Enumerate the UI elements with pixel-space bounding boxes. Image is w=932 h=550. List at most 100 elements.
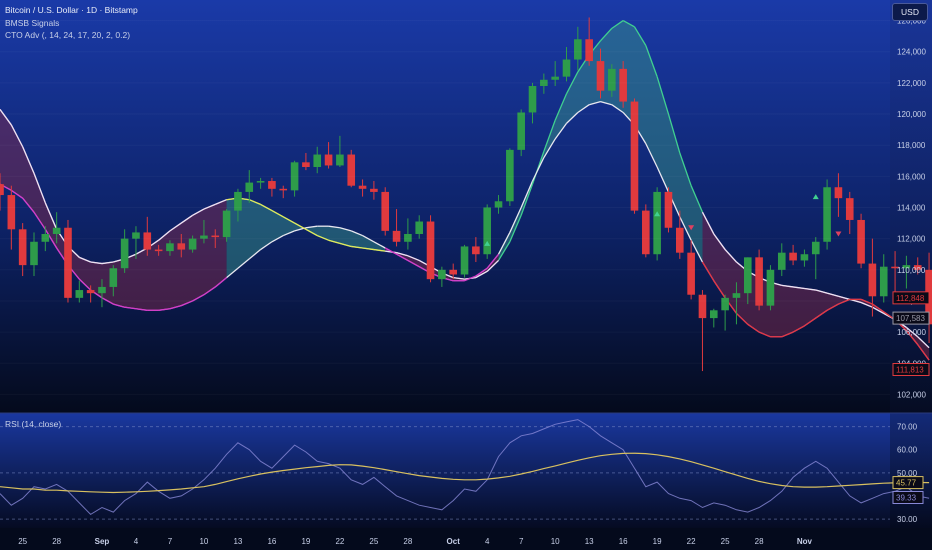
candle-bull — [574, 39, 582, 60]
candle-bear — [154, 249, 163, 252]
time-tick-label: 16 — [619, 537, 628, 546]
time-tick-label: 7 — [168, 537, 173, 546]
candle-bear — [642, 210, 650, 255]
candle-bull — [313, 154, 322, 167]
price-tick-label: 110,000 — [897, 266, 926, 275]
candle-bear — [86, 290, 95, 294]
price-tick-label: 124,000 — [897, 48, 926, 57]
rsi-value-label: 45.77 — [896, 479, 917, 488]
price-tick-label: 114,000 — [897, 204, 926, 213]
time-tick-label: Sep — [95, 537, 110, 546]
candle-bull — [132, 232, 140, 239]
time-tick-label: 22 — [335, 537, 344, 546]
symbol-title[interactable]: Bitcoin / U.S. Dollar · 1D · Bitstamp — [5, 4, 138, 17]
candle-bear — [347, 154, 356, 186]
price-tick-label: 106,000 — [897, 328, 926, 337]
rsi-pane-background — [0, 413, 932, 528]
candle-bull — [562, 59, 571, 77]
time-tick-label: 28 — [52, 537, 61, 546]
candle-bear — [324, 154, 333, 166]
candle-bull — [109, 268, 118, 287]
candle-bull — [75, 290, 84, 298]
candle-bull — [721, 297, 729, 311]
time-tick-label: 7 — [519, 537, 524, 546]
price-label: 111,813 — [896, 366, 924, 375]
candle-bull — [811, 241, 820, 255]
rsi-tick-label: 60.00 — [897, 446, 918, 455]
indicator-bmsb-label[interactable]: BMSB Signals — [5, 17, 138, 30]
candle-bear — [381, 191, 390, 231]
candle-bear — [7, 195, 16, 230]
candle-bull — [415, 221, 424, 234]
candle-bear — [676, 227, 684, 253]
candle-bear — [426, 221, 435, 280]
candle-bear — [664, 191, 673, 228]
candle-bear — [177, 243, 186, 250]
candle-bear — [279, 188, 288, 191]
candle-bull — [30, 241, 38, 266]
candle-bull — [336, 154, 344, 166]
candle-bull — [732, 293, 741, 298]
candle-bull — [777, 252, 786, 270]
time-tick-label: 4 — [134, 537, 139, 546]
rsi-tick-label: 30.00 — [897, 515, 918, 524]
candle-bull — [438, 269, 446, 280]
candle-bull — [879, 266, 888, 297]
time-tick-label: 4 — [485, 537, 490, 546]
price-tick-label: 112,000 — [897, 235, 926, 244]
time-tick-label: 16 — [267, 537, 276, 546]
price-label: 107,583 — [896, 314, 925, 323]
time-tick-label: 28 — [755, 537, 764, 546]
rsi-label[interactable]: RSI (14, close) — [5, 419, 61, 429]
candle-bear — [449, 269, 457, 275]
main-pane-background — [0, 0, 932, 413]
candle-bull — [517, 112, 525, 150]
price-tick-label: 118,000 — [897, 141, 926, 150]
candle-bull — [120, 238, 129, 269]
candle-bull — [256, 181, 265, 183]
candle-bear — [789, 252, 797, 261]
time-tick-label: 25 — [369, 537, 378, 546]
candle-bear — [585, 39, 593, 62]
candle-bull — [483, 207, 491, 255]
candle-bear — [211, 235, 220, 238]
currency-button[interactable]: USD — [892, 3, 928, 21]
rsi-tick-label: 70.00 — [897, 423, 918, 432]
candle-bear — [472, 246, 480, 255]
chart-root: 102,000104,000106,000108,000110,000112,0… — [0, 0, 932, 550]
candle-bull — [494, 201, 503, 208]
time-tick-label: 10 — [199, 537, 208, 546]
time-tick-label: Nov — [797, 537, 813, 546]
time-tick-label: 19 — [653, 537, 662, 546]
candle-bull — [551, 76, 559, 80]
candle-bull — [41, 233, 50, 242]
candle-bull — [245, 182, 254, 192]
time-tick-label: 28 — [403, 537, 412, 546]
candle-bear — [268, 181, 276, 189]
price-label: 112,848 — [896, 294, 925, 303]
time-tick-label: 25 — [721, 537, 730, 546]
candle-bull — [528, 86, 537, 113]
candle-bull — [608, 68, 616, 91]
candle-bear — [358, 185, 367, 189]
chart-canvas[interactable]: 102,000104,000106,000108,000110,000112,0… — [0, 0, 932, 550]
time-axis-background — [0, 528, 932, 550]
rsi-value-label: 39.33 — [896, 493, 917, 502]
candle-bull — [222, 210, 231, 238]
candle-bull — [709, 310, 718, 319]
candle-bull — [800, 254, 809, 261]
candle-bull — [506, 149, 514, 202]
legend: Bitcoin / U.S. Dollar · 1D · Bitstamp BM… — [5, 4, 138, 42]
candle-bear — [302, 162, 310, 167]
candle-bear — [596, 61, 605, 91]
time-tick-label: 10 — [551, 537, 560, 546]
price-tick-label: 102,000 — [897, 390, 926, 399]
candle-bear — [0, 184, 4, 196]
candle-bear — [845, 198, 854, 220]
candle-bull — [404, 233, 412, 242]
indicator-cto-label[interactable]: CTO Adv (, 14, 24, 17, 20, 2, 0.2) — [5, 29, 138, 42]
candle-bull — [98, 286, 106, 294]
candle-bear — [698, 294, 707, 319]
time-tick-label: 13 — [585, 537, 594, 546]
candle-bear — [370, 188, 378, 192]
